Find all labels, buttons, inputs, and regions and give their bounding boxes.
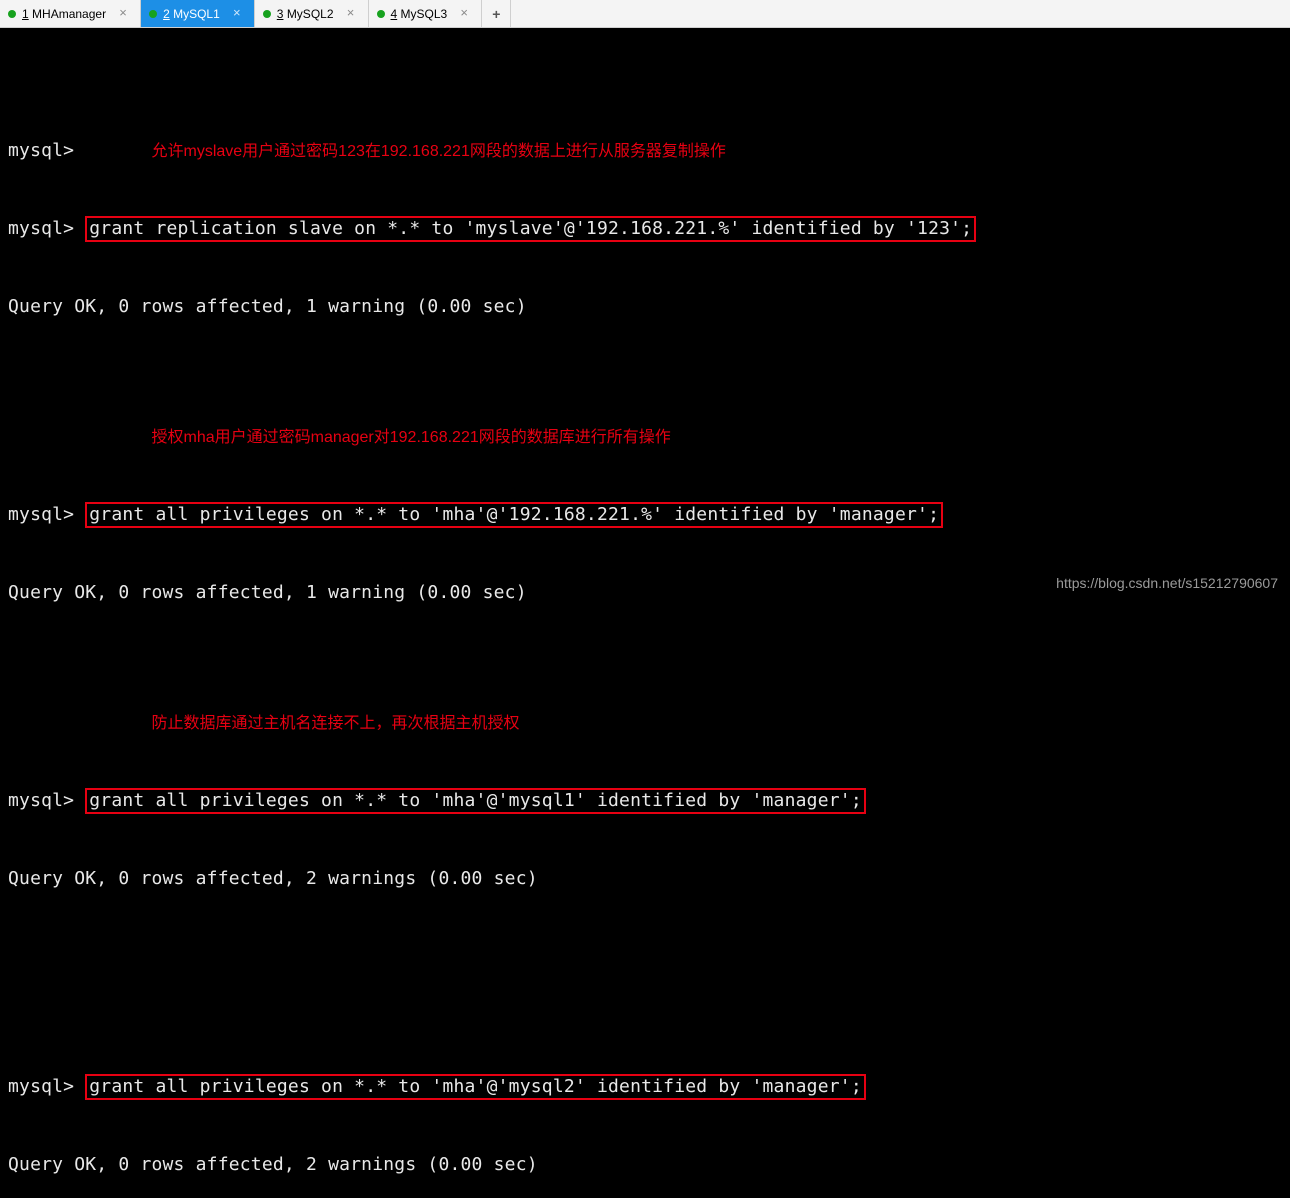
close-icon[interactable]: × [457,7,471,21]
command-highlight: grant all privileges on *.* to 'mha'@'my… [85,1074,866,1100]
tab-mysql3[interactable]: 4 MySQL3 × [369,0,483,27]
close-icon[interactable]: × [344,7,358,21]
status-dot-icon [8,10,16,18]
prompt: mysql> [8,140,85,161]
annotation: 授权mha用户通过密码manager对192.168.221网段的数据库进行所有… [151,425,670,451]
close-icon[interactable]: × [116,7,130,21]
terminal[interactable]: mysql> 允许myslave用户通过密码123在192.168.221网段的… [0,28,1290,1198]
annotation: 防止数据库通过主机名连接不上，再次根据主机授权 [151,711,519,737]
command-highlight: grant all privileges on *.* to 'mha'@'my… [85,788,866,814]
tab-label: 2 MySQL1 [163,7,220,21]
watermark: https://blog.csdn.net/s15212790607 [1056,575,1278,591]
status-dot-icon [149,10,157,18]
annotation: 允许myslave用户通过密码123在192.168.221网段的数据上进行从服… [152,139,726,165]
tab-bar: 1 MHAmanager × 2 MySQL1 × 3 MySQL2 × 4 M… [0,0,1290,28]
tab-mysql2[interactable]: 3 MySQL2 × [255,0,369,27]
command-highlight: grant replication slave on *.* to 'mysla… [85,216,976,242]
status-dot-icon [377,10,385,18]
prompt: mysql> [8,790,85,811]
query-result: Query OK, 0 rows affected, 2 warnings (0… [8,1152,1282,1178]
prompt: mysql> [8,504,85,525]
tab-label: 4 MySQL3 [391,7,448,21]
command-highlight: grant all privileges on *.* to 'mha'@'19… [85,502,943,528]
query-result: Query OK, 0 rows affected, 1 warning (0.… [8,294,1282,320]
tab-add-button[interactable]: + [482,0,511,27]
prompt: mysql> [8,1076,85,1097]
tab-mhamanager[interactable]: 1 MHAmanager × [0,0,141,27]
tab-label: 1 MHAmanager [22,7,106,21]
tab-mysql1[interactable]: 2 MySQL1 × [141,0,255,27]
query-result: Query OK, 0 rows affected, 2 warnings (0… [8,866,1282,892]
tab-label: 3 MySQL2 [277,7,334,21]
prompt: mysql> [8,218,85,239]
status-dot-icon [263,10,271,18]
close-icon[interactable]: × [230,7,244,21]
